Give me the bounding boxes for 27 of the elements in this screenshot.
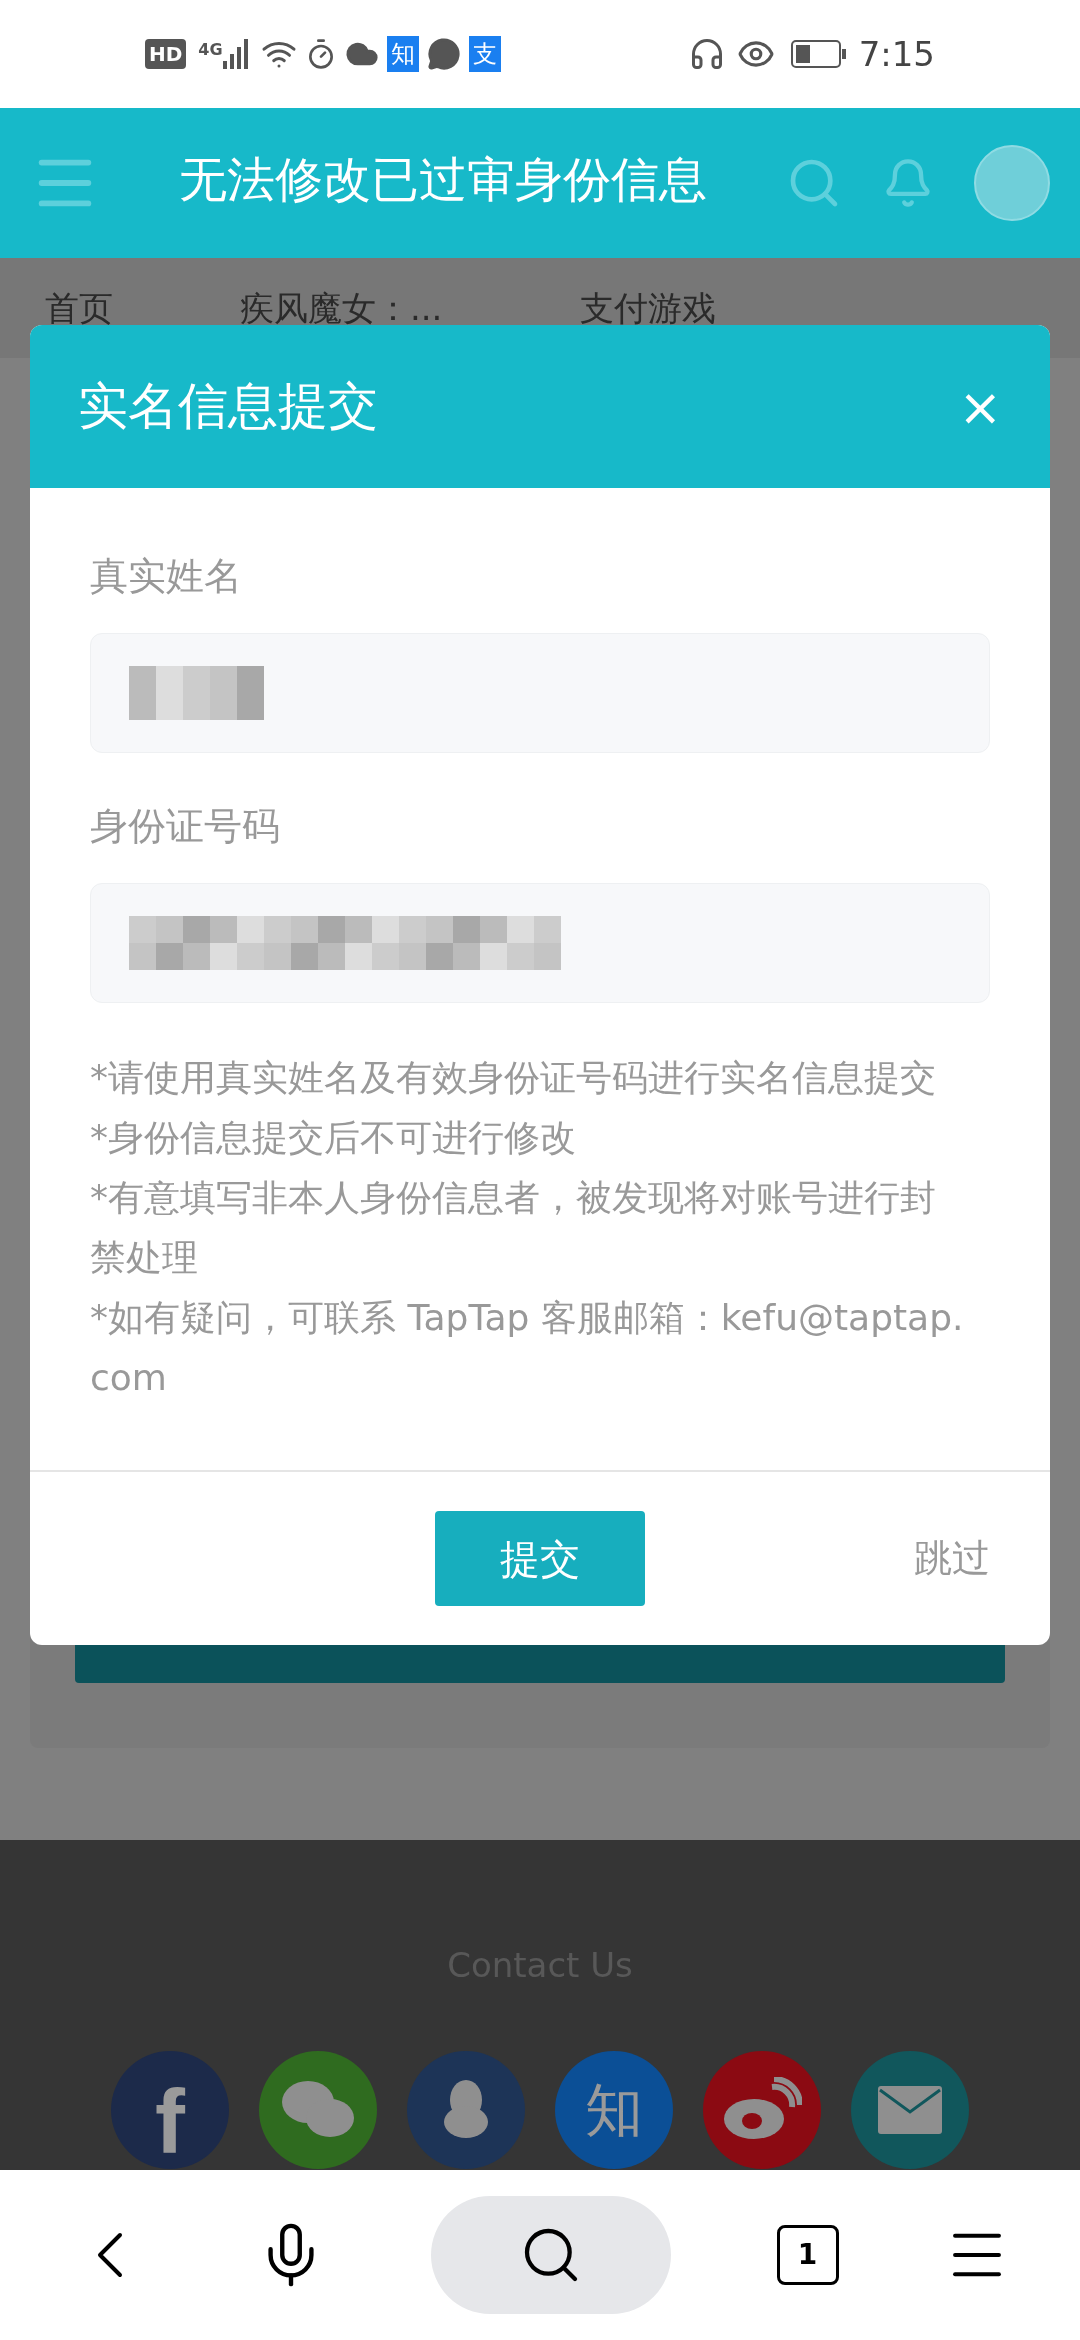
- dialog-title: 实名信息提交: [78, 376, 379, 437]
- social-button[interactable]: 知: [555, 2051, 673, 2169]
- chat-icon: [426, 37, 461, 71]
- clock-time: 7:15: [858, 32, 935, 76]
- tab-count-button[interactable]: 1: [776, 2225, 839, 2285]
- close-button[interactable]: ×: [958, 367, 1002, 446]
- zhihu-logo: 知: [585, 2081, 643, 2139]
- notice-text: *有意填写非本人身份信息者，被发现将对账号进行封禁处理: [90, 1176, 937, 1280]
- social-button[interactable]: f: [111, 2051, 229, 2169]
- input-field[interactable]: [90, 633, 990, 753]
- app-badge: 支: [468, 36, 501, 72]
- field-label: 真实姓名: [90, 553, 243, 600]
- submit-button[interactable]: 提交: [435, 1511, 645, 1606]
- field-label: 身份证号码: [90, 803, 281, 850]
- mail-icon: [878, 2086, 942, 2134]
- app-badge: 知: [386, 36, 419, 72]
- network-label: 4G: [198, 39, 223, 61]
- facebook-logo: f: [155, 2077, 185, 2167]
- caption-text: 无法修改已过审身份信息: [179, 150, 707, 209]
- notice-text: *身份信息提交后不可进行修改: [90, 1116, 577, 1160]
- battery-icon: [790, 40, 847, 68]
- skip-button[interactable]: 跳过: [914, 1530, 990, 1587]
- input-field[interactable]: [90, 883, 990, 1003]
- hd-badge: HD: [145, 39, 187, 69]
- notice-text: *如有疑问，可联系 TapTap 客服邮箱：kefu@taptap.com: [90, 1296, 965, 1400]
- signal-icon: [222, 39, 249, 69]
- notice-text: *请使用真实姓名及有效身份证号码进行实名信息提交: [90, 1056, 937, 1100]
